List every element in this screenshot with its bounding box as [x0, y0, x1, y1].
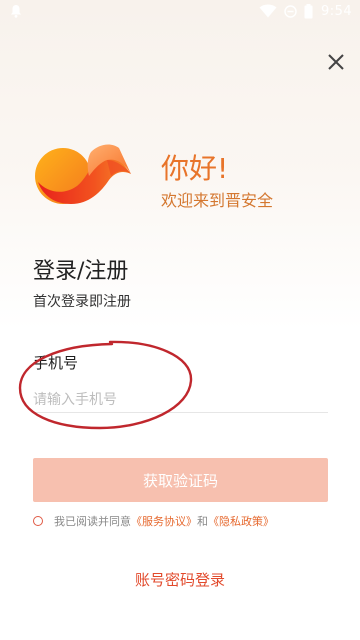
close-button[interactable]	[322, 48, 350, 76]
get-code-button[interactable]: 获取验证码	[33, 458, 328, 502]
close-icon[interactable]	[322, 48, 350, 76]
service-agreement-link[interactable]: 《服务协议》	[131, 513, 197, 529]
phone-label: 手机号	[33, 354, 79, 372]
welcome-subtitle: 欢迎来到晋安全	[161, 191, 274, 210]
privacy-policy-link[interactable]: 《隐私政策》	[208, 513, 274, 529]
agreement-text: 我已阅读并同意	[54, 515, 131, 528]
do-not-disturb-icon	[284, 5, 297, 18]
page-title: 登录/注册	[33, 259, 129, 284]
password-login-link[interactable]: 账号密码登录	[0, 569, 360, 590]
wifi-icon	[259, 4, 277, 18]
agreement-conjunction: 和	[197, 515, 208, 528]
notification-icon	[11, 5, 21, 18]
agreement-row: 我已阅读并同意 《服务协议》 和 《隐私政策》	[33, 513, 274, 529]
phone-input[interactable]	[33, 387, 328, 413]
phone-input-underline	[33, 412, 328, 413]
page-subtitle: 首次登录即注册	[33, 294, 131, 310]
status-bar: 9:54	[0, 0, 360, 24]
app-logo	[35, 144, 131, 204]
greeting-title: 你好!	[161, 152, 229, 185]
agreement-checkbox[interactable]	[33, 516, 43, 526]
battery-icon	[304, 4, 313, 19]
annotation-circle	[18, 340, 193, 430]
status-time: 9:54	[321, 4, 353, 19]
